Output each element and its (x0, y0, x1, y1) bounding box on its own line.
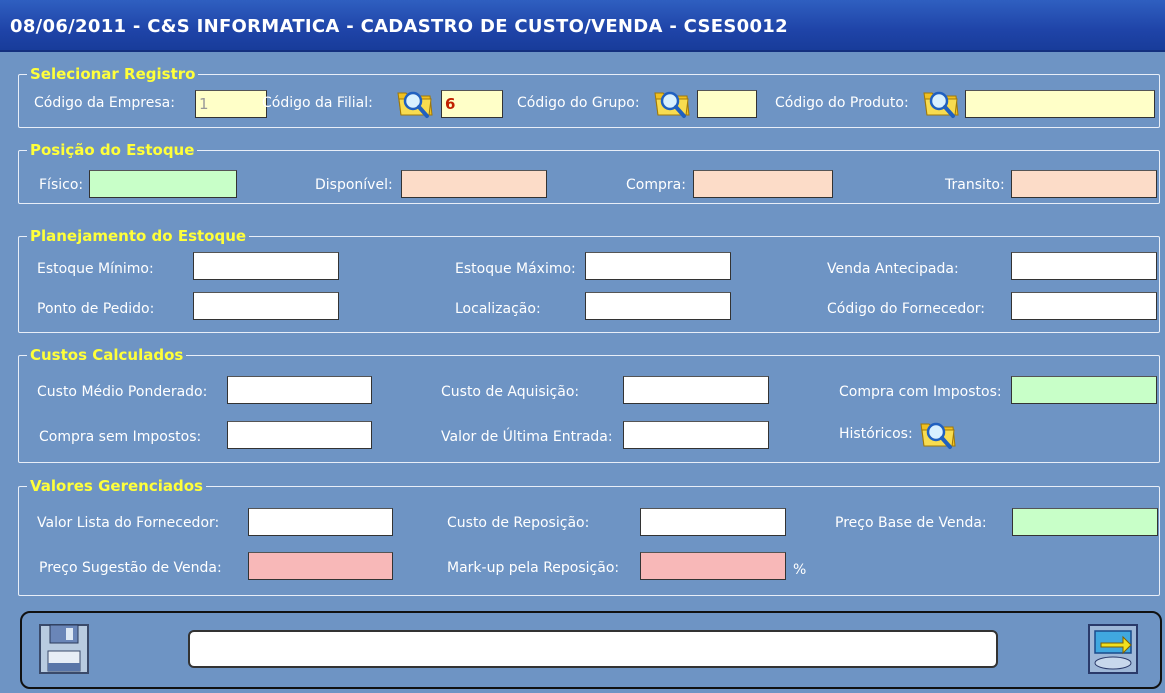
produto-label: Código do Produto: (775, 95, 909, 111)
legend-posicao-estoque: Posição do Estoque (27, 141, 198, 159)
estoque-maximo-field[interactable] (585, 252, 731, 280)
group-planejamento-estoque: Planejamento do Estoque Estoque Mínimo: … (18, 227, 1160, 333)
filial-search-icon[interactable] (396, 87, 434, 119)
legend-planejamento-estoque: Planejamento do Estoque (27, 227, 250, 245)
compra-label: Compra: (626, 177, 686, 193)
status-bar (188, 630, 998, 668)
ponto-pedido-field[interactable] (193, 292, 339, 320)
percent-label: % (793, 562, 807, 578)
legend-selecionar-registro: Selecionar Registro (27, 65, 199, 83)
ultima-entrada-field[interactable] (623, 421, 769, 449)
historicos-label: Históricos: (839, 426, 913, 442)
group-posicao-estoque: Posição do Estoque Físico: Disponível: C… (18, 141, 1160, 204)
window-title: 08/06/2011 - C&S INFORMATICA - CADASTRO … (10, 16, 788, 37)
custo-aquisicao-label: Custo de Aquisição: (441, 384, 580, 400)
codigo-fornecedor-field[interactable] (1011, 292, 1157, 320)
ultima-entrada-label: Valor de Última Entrada: (441, 429, 613, 445)
fisico-field[interactable] (89, 170, 237, 198)
compra-sem-impostos-field[interactable] (227, 421, 372, 449)
custo-aquisicao-field[interactable] (623, 376, 769, 404)
localizacao-field[interactable] (585, 292, 731, 320)
compra-com-impostos-field[interactable] (1011, 376, 1157, 404)
compra-sem-impostos-label: Compra sem Impostos: (39, 429, 202, 445)
group-valores-gerenciados: Valores Gerenciados Valor Lista do Forne… (18, 477, 1160, 596)
ponto-pedido-label: Ponto de Pedido: (37, 301, 155, 317)
filial-label: Código da Filial: (262, 95, 373, 111)
produto-search-icon[interactable] (922, 87, 960, 119)
transito-label: Transito: (945, 177, 1005, 193)
preco-base-field[interactable] (1012, 508, 1158, 536)
fisico-label: Físico: (39, 177, 84, 193)
empresa-label: Código da Empresa: (34, 95, 175, 111)
disponivel-label: Disponível: (315, 177, 393, 193)
valor-lista-field[interactable] (248, 508, 393, 536)
markup-field[interactable] (640, 552, 786, 580)
estoque-minimo-field[interactable] (193, 252, 339, 280)
preco-sugestao-label: Preço Sugestão de Venda: (39, 560, 222, 576)
floppy-disk-icon[interactable] (38, 623, 90, 675)
preco-sugestao-field[interactable] (248, 552, 393, 580)
legend-custos-calculados: Custos Calculados (27, 346, 187, 364)
venda-antecipada-label: Venda Antecipada: (827, 261, 959, 277)
grupo-label: Código do Grupo: (517, 95, 640, 111)
legend-valores-gerenciados: Valores Gerenciados (27, 477, 206, 495)
localizacao-label: Localização: (455, 301, 541, 317)
markup-label: Mark-up pela Reposição: (447, 560, 620, 576)
estoque-minimo-label: Estoque Mínimo: (37, 261, 154, 277)
filial-field[interactable]: 6 (441, 90, 503, 118)
venda-antecipada-field[interactable] (1011, 252, 1157, 280)
custo-medio-label: Custo Médio Ponderado: (37, 384, 208, 400)
compra-com-impostos-label: Compra com Impostos: (839, 384, 1002, 400)
exit-return-icon[interactable] (1087, 623, 1139, 675)
valor-lista-label: Valor Lista do Fornecedor: (37, 515, 220, 531)
compra-field[interactable] (693, 170, 833, 198)
estoque-maximo-label: Estoque Máximo: (455, 261, 576, 277)
produto-field[interactable] (965, 90, 1155, 118)
grupo-search-icon[interactable] (653, 87, 691, 119)
grupo-field[interactable] (697, 90, 757, 118)
transito-field[interactable] (1011, 170, 1157, 198)
codigo-fornecedor-label: Código do Fornecedor: (827, 301, 986, 317)
title-bar: 08/06/2011 - C&S INFORMATICA - CADASTRO … (0, 0, 1165, 52)
disponivel-field[interactable] (401, 170, 547, 198)
group-selecionar-registro: Selecionar Registro Código da Empresa: 1… (18, 65, 1160, 128)
empresa-field[interactable]: 1 (195, 90, 267, 118)
group-custos-calculados: Custos Calculados Custo Médio Ponderado:… (18, 346, 1160, 463)
footer-panel (20, 611, 1162, 689)
custo-reposicao-field[interactable] (640, 508, 786, 536)
custo-reposicao-label: Custo de Reposição: (447, 515, 590, 531)
custo-medio-field[interactable] (227, 376, 372, 404)
preco-base-label: Preço Base de Venda: (835, 515, 987, 531)
historicos-search-icon[interactable] (919, 418, 957, 450)
